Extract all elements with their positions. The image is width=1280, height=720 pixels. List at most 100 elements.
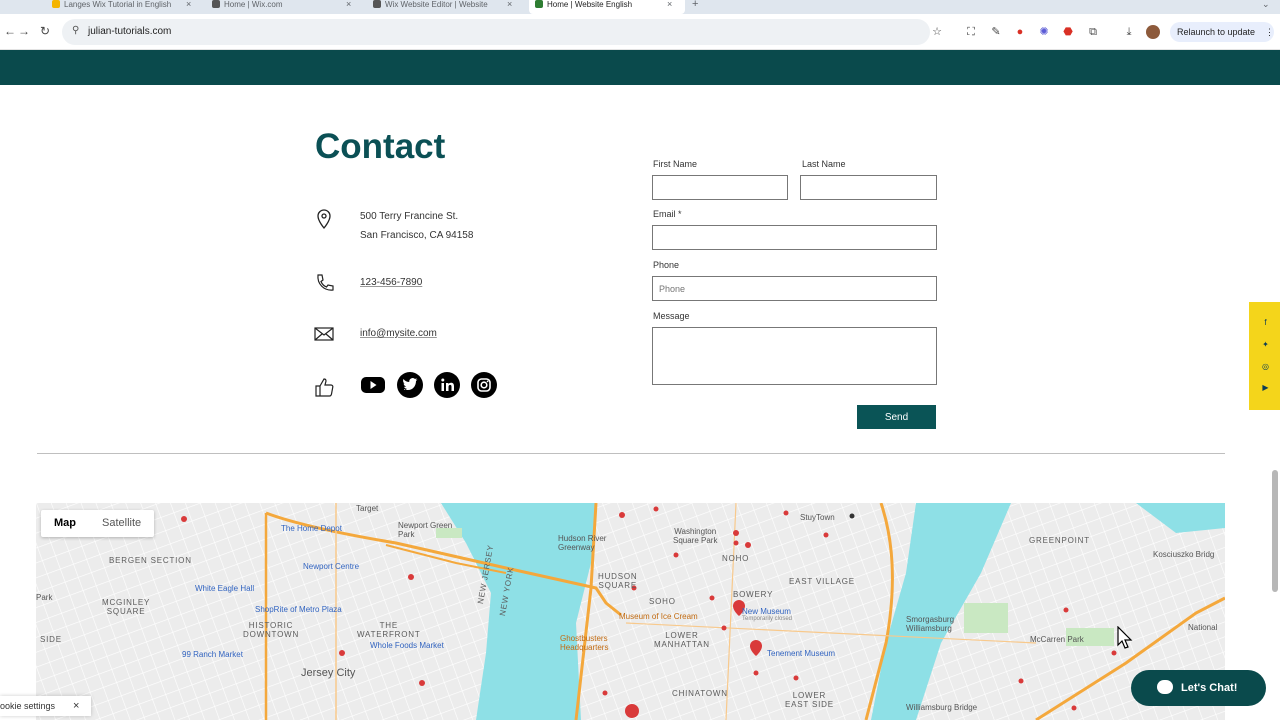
close-tab-icon[interactable]: ×: [667, 0, 672, 9]
contact-title: Contact: [315, 127, 446, 166]
send-button[interactable]: Send: [857, 405, 936, 429]
tab-title: Home | Wix.com: [224, 0, 283, 9]
map-label: Smorgasburg Williamsburg: [906, 615, 955, 633]
relaunch-button[interactable]: Relaunch to update ⋮: [1170, 22, 1274, 42]
linkedin-icon[interactable]: [434, 372, 460, 398]
youtube-icon[interactable]: ▶: [1261, 383, 1270, 392]
map-label: McCarren Park: [1030, 635, 1084, 644]
message-textarea[interactable]: [652, 327, 937, 385]
map-label: Target: [356, 504, 379, 513]
mouse-cursor-icon: [1117, 626, 1133, 649]
address-line-1: 500 Terry Francine St.: [360, 211, 459, 222]
map-label: Park: [36, 593, 53, 602]
favicon: [52, 0, 60, 8]
new-tab-icon[interactable]: +: [692, 0, 698, 14]
map-label: Whole Foods Market: [370, 641, 444, 650]
forward-icon[interactable]: →: [18, 24, 30, 38]
favicon: [373, 0, 381, 8]
tab-home-wix[interactable]: Home | Wix.com ×: [212, 0, 351, 14]
bookmark-star-icon[interactable]: ☆: [930, 25, 944, 39]
last-name-input[interactable]: [800, 175, 937, 200]
relaunch-label: Relaunch to update: [1177, 27, 1256, 37]
map-label: Museum of Ice Cream: [619, 612, 698, 621]
browser-toolbar: ← → ↻ ⚲ julian-tutorials.com ☆ ⛶ ✎ ● ✺ ⬣…: [0, 14, 1280, 50]
twitter-icon[interactable]: ✦: [1261, 340, 1270, 349]
map-label: National: [1188, 623, 1218, 632]
map-label: White Eagle Hall: [195, 584, 255, 593]
map-label: Washington Square Park: [673, 527, 718, 545]
tab-wix-editor[interactable]: Wix Website Editor | Website ×: [373, 0, 512, 14]
map-label: HISTORIC DOWNTOWN: [243, 621, 300, 639]
extension-icon[interactable]: ●: [1013, 25, 1027, 39]
adblock-icon[interactable]: ⬣: [1061, 25, 1075, 39]
pen-icon[interactable]: ✎: [989, 25, 1003, 39]
phone-input[interactable]: [652, 276, 937, 301]
map-label: Kosciuszko Bridg: [1153, 550, 1215, 559]
url-text: julian-tutorials.com: [88, 26, 172, 37]
map-label: Hudson River Greenway: [558, 534, 607, 552]
thumbs-up-icon: [315, 378, 334, 397]
close-tab-icon[interactable]: ×: [507, 0, 512, 9]
map-type-control: Map Satellite: [41, 510, 155, 537]
close-tab-icon[interactable]: ×: [346, 0, 351, 9]
map-tab-map[interactable]: Map: [41, 510, 89, 537]
phone-link[interactable]: 123-456-7890: [360, 277, 422, 288]
email-label: Email *: [653, 209, 682, 219]
extensions-puzzle-icon[interactable]: ⧉: [1086, 25, 1100, 39]
tab-langes-wix[interactable]: Langes Wix Tutorial in English ×: [52, 0, 191, 14]
map-label: Tenement Museum: [767, 649, 836, 658]
instagram-icon[interactable]: [471, 372, 497, 398]
map-label: Newport Centre: [303, 562, 360, 571]
email-link[interactable]: info@mysite.com: [360, 328, 437, 339]
map-label: GREENPOINT: [1029, 536, 1090, 545]
profile-avatar[interactable]: [1146, 25, 1160, 39]
close-tab-icon[interactable]: ×: [186, 0, 191, 9]
extension-icon[interactable]: ✺: [1037, 25, 1051, 39]
scrollbar-thumb[interactable]: [1272, 470, 1278, 592]
site-info-icon[interactable]: ⚲: [72, 25, 79, 36]
favicon: [212, 0, 220, 8]
facebook-icon[interactable]: f: [1261, 318, 1270, 327]
cookie-settings-bar: ookie settings ×: [0, 696, 91, 716]
map-label: THE WATERFRONT: [357, 621, 421, 639]
map-label: The Home Depot: [281, 524, 342, 533]
cookie-settings-link[interactable]: ookie settings: [0, 696, 55, 716]
reload-icon[interactable]: ↻: [40, 24, 50, 38]
tab-title: Home | Website English: [547, 0, 633, 9]
lets-chat-button[interactable]: Let's Chat!: [1131, 670, 1266, 706]
map-label: LOWER EAST SIDE: [785, 691, 834, 709]
google-map[interactable]: Target The Home Depot Newport Green Park…: [36, 503, 1225, 720]
first-name-input[interactable]: [652, 175, 788, 200]
email-input[interactable]: [652, 225, 937, 250]
map-label: CHINATOWN: [672, 689, 728, 698]
chat-bubble-icon: [1157, 680, 1173, 694]
chat-label: Let's Chat!: [1181, 682, 1238, 694]
close-icon[interactable]: ×: [73, 696, 79, 716]
back-icon[interactable]: ←: [4, 24, 16, 38]
map-label: BOWERY: [733, 590, 774, 599]
address-bar[interactable]: ⚲ julian-tutorials.com: [62, 19, 930, 45]
floating-social-bar: f ✦ ◎ ▶: [1249, 302, 1280, 410]
map-label: BERGEN SECTION: [109, 556, 192, 565]
map-label: SIDE: [40, 635, 62, 644]
map-label: Newport Green Park: [398, 521, 453, 539]
site-header-band: [0, 50, 1280, 85]
tab-search-icon[interactable]: ⌄: [1262, 0, 1270, 14]
address-line-2: San Francisco, CA 94158: [360, 230, 474, 241]
map-tab-satellite[interactable]: Satellite: [89, 510, 154, 537]
first-name-label: First Name: [653, 159, 698, 169]
kebab-menu-icon[interactable]: ⋮: [1265, 22, 1274, 42]
map-label: EAST VILLAGE: [789, 577, 855, 586]
instagram-icon[interactable]: ◎: [1261, 362, 1270, 371]
map-label: SOHO: [649, 597, 676, 606]
download-icon[interactable]: ⤓: [1122, 25, 1136, 39]
address: 500 Terry Francine St. San Francisco, CA…: [360, 207, 473, 245]
map-label: Williamsburg Bridge: [906, 703, 978, 712]
map-label: ShopRite of Metro Plaza: [255, 605, 342, 614]
twitter-icon[interactable]: [397, 372, 423, 398]
screenshot-icon[interactable]: ⛶: [964, 25, 978, 39]
youtube-icon[interactable]: [360, 372, 386, 398]
map-label: StuyTown: [800, 513, 835, 522]
tab-home-website-english[interactable]: Home | Website English ×: [529, 0, 685, 14]
map-label: 99 Ranch Market: [182, 650, 243, 659]
